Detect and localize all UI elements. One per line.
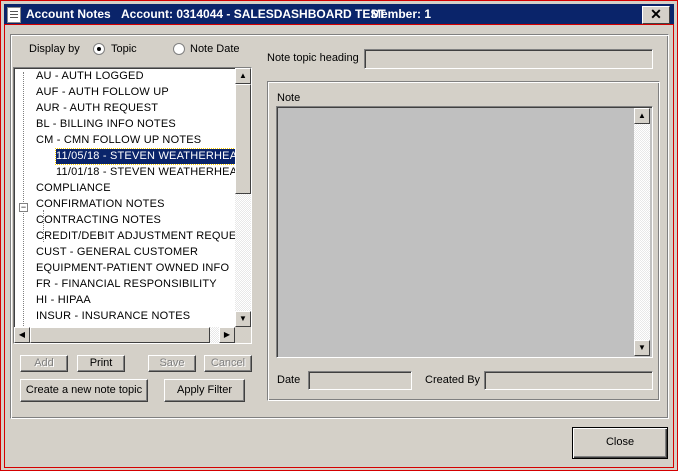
date-field[interactable]	[308, 371, 412, 390]
tree-item-child[interactable]: 11/01/18 - STEVEN WEATHERHEA	[56, 165, 237, 180]
created-by-label: Created By	[425, 374, 481, 386]
note-scroll-up-icon[interactable]: ▲	[634, 108, 650, 124]
tree-item[interactable]: INSUR - INSURANCE NOTES	[36, 309, 190, 324]
tree-item[interactable]: BL - BILLING INFO NOTES	[36, 117, 176, 132]
tree-item[interactable]: CONFIRMATION NOTES	[36, 197, 165, 212]
tree-item[interactable]: AU - AUTH LOGGED	[36, 69, 144, 84]
radio-topic[interactable]	[93, 43, 105, 55]
note-label: Note	[277, 92, 301, 104]
window-close-button[interactable]: ✕	[642, 6, 670, 24]
tree-item-expanded[interactable]: CM - CMN FOLLOW UP NOTES	[36, 133, 201, 148]
scroll-down-icon[interactable]: ▼	[235, 311, 251, 327]
collapse-toggle-icon[interactable]: −	[19, 203, 28, 212]
note-topic-heading-label: Note topic heading	[267, 52, 359, 64]
tree-item[interactable]: CONTRACTING NOTES	[36, 213, 161, 228]
close-icon: ✕	[650, 6, 662, 22]
cancel-button[interactable]: Cancel	[204, 355, 252, 372]
tree-item[interactable]: CUST - GENERAL CUSTOMER	[36, 245, 198, 260]
member-info: Member: 1	[371, 7, 432, 21]
account-info: Account: 0314044 - SALESDASHBOARD TEST	[121, 7, 386, 21]
tree-item[interactable]: AUR - AUTH REQUEST	[36, 101, 158, 116]
notes-app-icon	[7, 7, 21, 23]
title-bar[interactable]: Account Notes Account: 0314044 - SALESDA…	[4, 4, 674, 24]
note-vertical-scrollbar[interactable]	[634, 108, 650, 356]
scroll-up-icon[interactable]: ▲	[235, 68, 251, 84]
account-notes-window: Account Notes Account: 0314044 - SALESDA…	[0, 0, 678, 471]
tree-item[interactable]: FR - FINANCIAL RESPONSIBILITY	[36, 277, 217, 292]
apply-filter-button[interactable]: Apply Filter	[164, 379, 245, 402]
print-button[interactable]: Print	[77, 355, 125, 372]
radio-note-date-label[interactable]: Note Date	[190, 43, 240, 55]
add-button[interactable]: Add	[20, 355, 68, 372]
note-topic-heading-field[interactable]	[364, 49, 653, 69]
tree-item[interactable]: COMPLIANCE	[36, 181, 111, 196]
close-button[interactable]: Close	[572, 427, 668, 459]
tree-item[interactable]: AUF - AUTH FOLLOW UP	[36, 85, 169, 100]
tree-scroll-thumb[interactable]	[235, 84, 251, 194]
tree-line	[23, 72, 24, 330]
display-by-label: Display by	[29, 43, 80, 55]
radio-topic-label[interactable]: Topic	[111, 43, 137, 55]
radio-note-date[interactable]	[173, 43, 185, 55]
scroll-corner	[235, 327, 251, 343]
scroll-left-icon[interactable]: ◀	[14, 327, 30, 343]
save-button[interactable]: Save	[148, 355, 196, 372]
note-text-area[interactable]: ▲ ▼	[276, 106, 653, 358]
tree-item-selected[interactable]: 11/05/18 - STEVEN WEATHERHEA	[54, 148, 239, 165]
note-scroll-down-icon[interactable]: ▼	[634, 340, 650, 356]
note-topic-tree[interactable]: − AU - AUTH LOGGED AUF - AUTH FOLLOW UP …	[13, 67, 252, 344]
tree-item[interactable]: CREDIT/DEBIT ADJUSTMENT REQUES	[36, 229, 244, 244]
created-by-field[interactable]	[484, 371, 653, 390]
tree-item[interactable]: HI - HIPAA	[36, 293, 91, 308]
scroll-right-icon[interactable]: ▶	[219, 327, 235, 343]
tree-hscroll-thumb[interactable]	[30, 327, 210, 343]
window-title: Account Notes	[26, 7, 111, 21]
tree-item[interactable]: EQUIPMENT-PATIENT OWNED INFO	[36, 261, 229, 276]
create-note-topic-button[interactable]: Create a new note topic	[20, 379, 148, 402]
date-label: Date	[277, 374, 301, 386]
